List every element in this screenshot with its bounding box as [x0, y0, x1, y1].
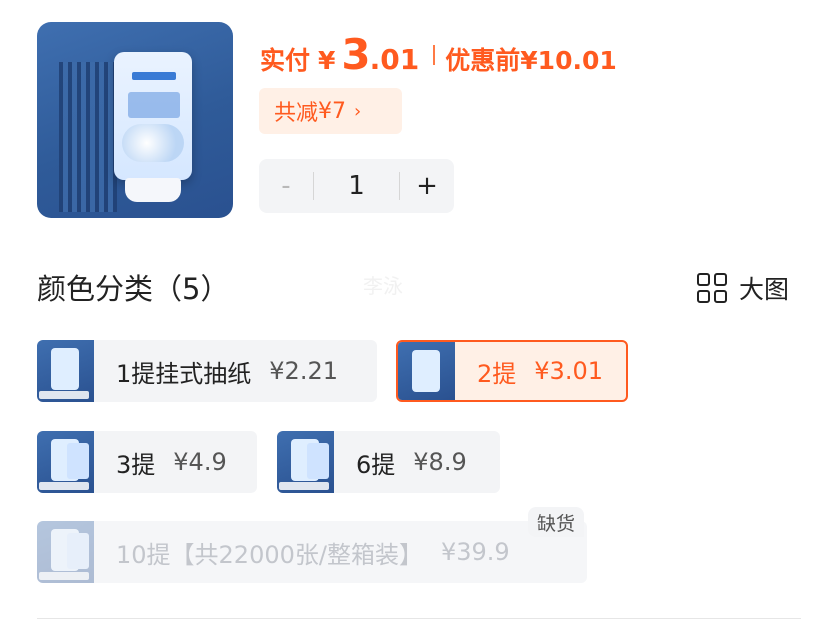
sku-option-1[interactable]: 1提挂式抽纸 ¥2.21 — [37, 340, 377, 402]
quantity-stepper: - 1 + — [259, 159, 454, 213]
price-summary: 实付 ¥ 3 .01 优惠前 ¥10.01 — [260, 30, 617, 80]
sku-option-4[interactable]: 6提 ¥8.9 — [277, 431, 500, 493]
out-of-stock-badge: 缺货 — [528, 507, 584, 537]
sku-option-3[interactable]: 3提 ¥4.9 — [37, 431, 257, 493]
watermark: 李泳 — [363, 274, 403, 298]
tissue-sheet-graphic — [125, 178, 181, 202]
discount-detail-button[interactable]: 共减 ¥7 › — [259, 88, 402, 134]
grid-icon — [697, 273, 727, 303]
background-stripes — [59, 62, 117, 212]
price-divider — [433, 45, 436, 65]
discount-amount: ¥7 — [318, 98, 347, 124]
increase-button[interactable]: + — [400, 159, 454, 213]
sku-option-5[interactable]: 10提【共22000张/整箱装】 ¥39.9 — [37, 521, 587, 583]
tissue-pack-graphic — [114, 52, 192, 180]
sku-name: 3提 — [116, 450, 156, 479]
sku-option-2[interactable]: 2提 ¥3.01 — [396, 340, 628, 402]
sku-thumbnail — [277, 431, 334, 493]
before-discount-price: ¥10.01 — [520, 46, 617, 75]
product-image[interactable] — [37, 22, 233, 218]
decrease-button[interactable]: - — [259, 159, 313, 213]
sku-thumbnail — [398, 342, 455, 400]
section-title: 颜色分类（5） — [37, 272, 230, 306]
quantity-input[interactable]: 1 — [314, 171, 399, 201]
bottom-divider — [37, 618, 801, 619]
sku-price: ¥4.9 — [173, 448, 227, 476]
sku-name: 6提 — [356, 450, 396, 479]
big-image-label: 大图 — [739, 275, 790, 304]
sku-thumbnail — [37, 340, 94, 402]
sku-price: ¥8.9 — [413, 448, 467, 476]
sku-thumbnail — [37, 431, 94, 493]
paid-price-decimal: .01 — [369, 43, 420, 76]
chevron-right-icon: › — [354, 100, 362, 122]
paid-label: 实付 — [260, 46, 311, 75]
paid-currency: ¥ — [318, 46, 336, 75]
paid-price-integer: 3 — [341, 30, 370, 79]
sku-price: ¥39.9 — [440, 538, 510, 566]
sku-name: 10提【共22000张/整箱装】 — [116, 540, 423, 569]
sku-price: ¥3.01 — [534, 357, 603, 385]
big-image-toggle[interactable]: 大图 — [697, 270, 789, 306]
sku-price: ¥2.21 — [269, 357, 338, 385]
discount-label: 共减 — [274, 101, 319, 126]
sku-name: 1提挂式抽纸 — [116, 359, 252, 388]
sku-thumbnail — [37, 521, 94, 583]
before-discount-label: 优惠前 — [445, 46, 521, 75]
sku-name: 2提 — [477, 359, 517, 388]
